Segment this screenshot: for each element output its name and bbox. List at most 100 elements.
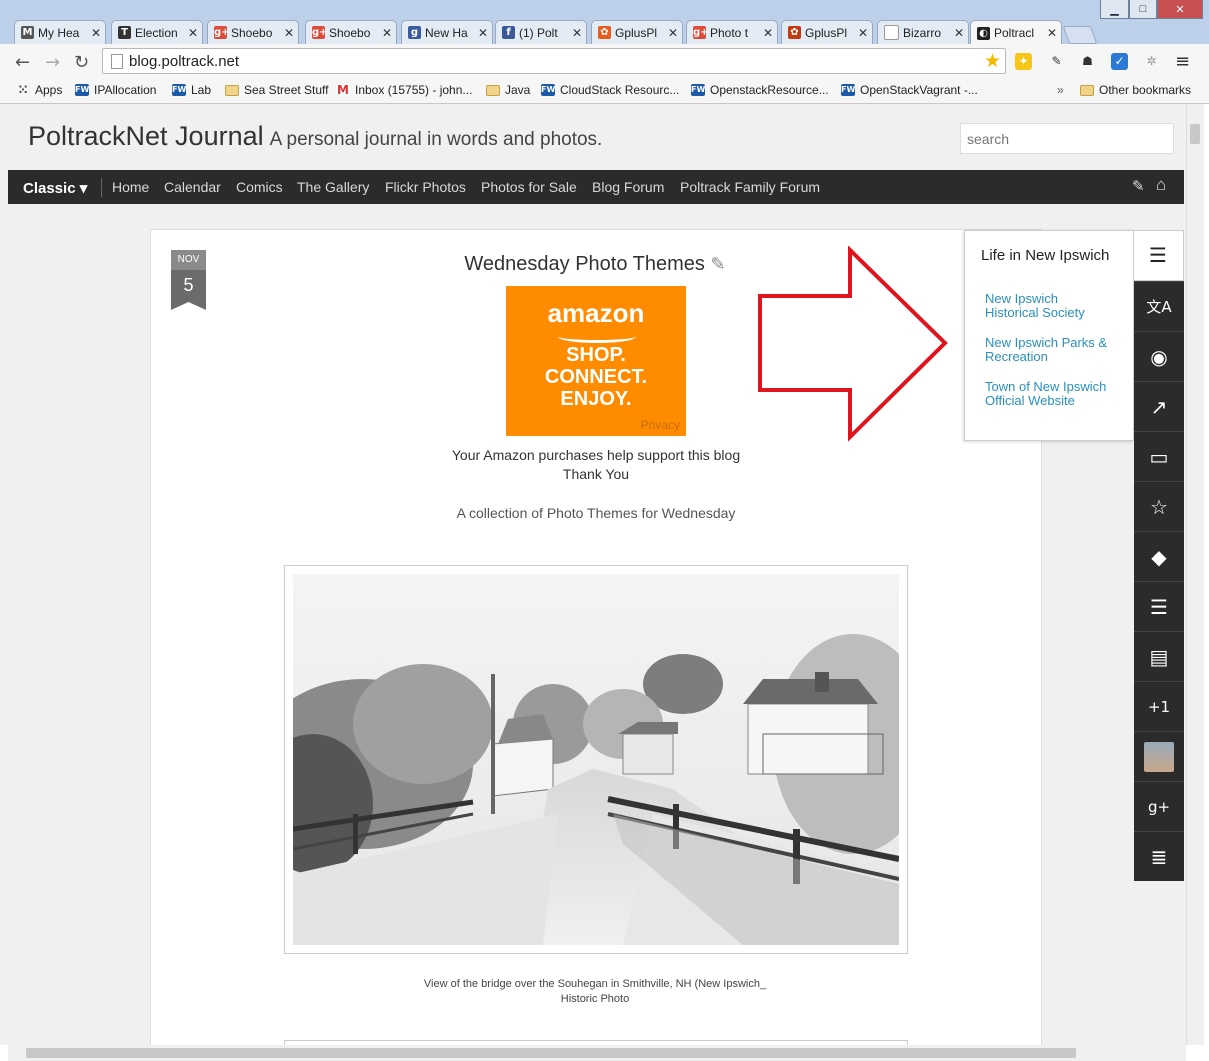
address-bar[interactable]: blog.poltrack.net ★: [102, 48, 1006, 74]
close-window-button[interactable]: ✕: [1157, 0, 1203, 19]
back-button[interactable]: ←: [15, 52, 30, 73]
other-bookmarks[interactable]: Other bookmarks: [1080, 83, 1191, 97]
plus-one-icon[interactable]: +1: [1134, 681, 1184, 731]
forward-button[interactable]: →: [45, 52, 60, 73]
nav-link[interactable]: The Gallery: [297, 179, 369, 195]
bookmark-item[interactable]: FW CloudStack Resourc...: [541, 83, 679, 97]
favicon-icon: ◐: [977, 26, 990, 40]
post-title[interactable]: Wednesday Photo Themes ✎: [380, 253, 810, 276]
sidebar-widget-panel: Life in New Ipswich New Ipswich Historic…: [964, 230, 1134, 441]
nav-link[interactable]: Calendar: [164, 179, 221, 195]
extension-icon[interactable]: ✦: [1015, 53, 1032, 70]
nav-link[interactable]: Blog Forum: [592, 179, 664, 195]
eyedropper-icon[interactable]: ✎: [1048, 53, 1065, 70]
browser-tab[interactable]: g+ Shoebo ✕: [305, 20, 397, 44]
avatar[interactable]: [1134, 731, 1184, 781]
extension-icon[interactable]: ✲: [1143, 53, 1160, 70]
nav-link[interactable]: Home: [112, 179, 149, 195]
bookmark-star-icon[interactable]: ★: [984, 50, 1001, 73]
reload-button[interactable]: ↻: [74, 52, 89, 73]
widget-list-tab[interactable]: ☰: [1134, 230, 1184, 281]
search-input[interactable]: [960, 123, 1174, 154]
archive-icon[interactable]: ▤: [1134, 631, 1184, 681]
page-icon: [111, 54, 123, 69]
ad-line: CONNECT.: [544, 366, 648, 388]
horizontal-scrollbar[interactable]: [8, 1045, 1186, 1061]
nav-link[interactable]: Poltrack Family Forum: [680, 179, 820, 195]
checkmark-icon[interactable]: ✓: [1111, 53, 1128, 70]
featured-icon[interactable]: ☆: [1134, 481, 1184, 531]
browser-tab[interactable]: g+ Shoebo ✕: [207, 20, 299, 44]
close-tab-icon[interactable]: ✕: [668, 26, 678, 40]
tab-title: Photo t: [710, 25, 749, 40]
maximize-button[interactable]: □: [1129, 0, 1157, 19]
widget-link[interactable]: New Ipswich Historical Society: [985, 292, 1115, 320]
favicon-icon: f: [502, 26, 515, 39]
close-tab-icon[interactable]: ✕: [572, 26, 582, 40]
stats-icon[interactable]: ↗: [1134, 381, 1184, 431]
tags-icon[interactable]: ◆: [1134, 531, 1184, 581]
chrome-menu-icon[interactable]: ≡: [1174, 53, 1191, 71]
bookmark-item[interactable]: M Inbox (15755) - john...: [336, 83, 472, 97]
close-tab-icon[interactable]: ✕: [954, 26, 964, 40]
browser-tab[interactable]: f (1) Polt ✕: [495, 20, 587, 44]
bookmark-item[interactable]: FW Lab: [172, 83, 211, 97]
nav-link[interactable]: Photos for Sale: [481, 179, 577, 195]
photos-icon[interactable]: ▭: [1134, 431, 1184, 481]
extension-icon[interactable]: ☗: [1079, 53, 1096, 70]
tab-title: (1) Polt: [519, 25, 558, 40]
widget-link[interactable]: Town of New Ipswich Official Website: [985, 380, 1115, 408]
bookmark-item[interactable]: Sea Street Stuff: [225, 83, 329, 97]
scrollbar-thumb[interactable]: [1190, 124, 1200, 144]
home-icon[interactable]: ⌂: [1156, 175, 1166, 195]
bookmark-item[interactable]: Java: [486, 83, 530, 97]
browser-tab[interactable]: ✿ GplusPl ✕: [781, 20, 873, 44]
nav-link[interactable]: Flickr Photos: [385, 179, 466, 195]
vertical-scrollbar[interactable]: [1186, 104, 1204, 1045]
browser-tab[interactable]: M My Hea ✕: [14, 20, 106, 44]
bookmark-item[interactable]: FW OpenstackResource...: [691, 83, 829, 97]
edit-post-icon[interactable]: ✎: [711, 254, 726, 274]
view-selector-dropdown[interactable]: Classic ▾: [23, 179, 87, 197]
post-title-text[interactable]: Wednesday Photo Themes: [464, 253, 705, 275]
close-tab-icon[interactable]: ✕: [858, 26, 868, 40]
browser-tab[interactable]: ✿ GplusPl ✕: [591, 20, 683, 44]
close-tab-icon[interactable]: ✕: [763, 26, 773, 40]
tab-title: Shoebo: [231, 25, 273, 40]
bridge-photo[interactable]: [293, 574, 899, 945]
edit-icon[interactable]: ✎: [1132, 177, 1145, 195]
close-tab-icon[interactable]: ✕: [1047, 26, 1057, 40]
close-tab-icon[interactable]: ✕: [478, 26, 488, 40]
widget-link[interactable]: New Ipswich Parks & Recreation: [985, 336, 1115, 364]
bookmark-item[interactable]: FW IPAllocation: [75, 83, 156, 97]
bookmark-label: Inbox (15755) - john...: [355, 83, 473, 97]
close-tab-icon[interactable]: ✕: [188, 26, 198, 40]
site-name[interactable]: PoltrackNet Journal: [28, 121, 264, 151]
browser-tab[interactable]: T Election ✕: [111, 20, 203, 44]
rss-icon[interactable]: ◉: [1134, 331, 1184, 381]
bookmark-item[interactable]: ⁙ Apps: [16, 83, 62, 97]
amazon-ad[interactable]: amazon SHOP. CONNECT. ENJOY. Privacy: [506, 286, 686, 436]
minimize-button[interactable]: ▁: [1100, 0, 1129, 19]
apps-icon: ⁙: [17, 83, 29, 97]
fw-icon: FW: [541, 84, 556, 96]
url-text[interactable]: blog.poltrack.net: [129, 53, 239, 70]
google-plus-icon[interactable]: g+: [1134, 781, 1184, 831]
browser-tab[interactable]: Bizarro ✕: [877, 20, 969, 44]
browser-tab[interactable]: ◐ Poltracl ✕: [970, 20, 1062, 45]
ad-privacy-link[interactable]: Privacy: [641, 418, 680, 432]
nav-link[interactable]: Comics: [236, 179, 283, 195]
close-tab-icon[interactable]: ✕: [284, 26, 294, 40]
browser-tab[interactable]: g+ Photo t ✕: [686, 20, 778, 44]
list-icon[interactable]: ☰: [1134, 581, 1184, 631]
quote-list-icon[interactable]: ≣: [1134, 831, 1184, 881]
scrollbar-thumb[interactable]: [26, 1048, 1076, 1058]
bookmarks-overflow[interactable]: »: [1057, 83, 1064, 97]
translate-icon[interactable]: 文A: [1134, 281, 1184, 331]
site-title[interactable]: PoltrackNet Journal A personal journal in…: [28, 121, 602, 152]
bookmark-item[interactable]: FW OpenStackVagrant -...: [841, 83, 978, 97]
ad-line: SHOP.: [566, 344, 626, 366]
close-tab-icon[interactable]: ✕: [382, 26, 392, 40]
close-tab-icon[interactable]: ✕: [91, 26, 101, 40]
browser-tab[interactable]: g New Ha ✕: [401, 20, 493, 44]
